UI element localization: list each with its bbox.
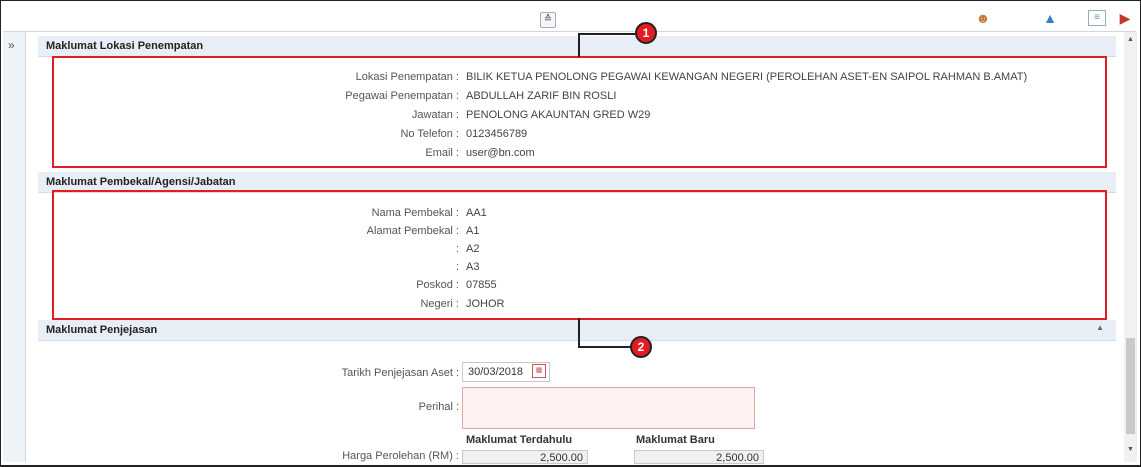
top-toolbar: ≙ ☻ ▲ ≡ ▶ xyxy=(3,3,1136,32)
harga-baru-input[interactable]: 2,500.00 xyxy=(634,450,764,464)
column-header-baru: Maklumat Baru xyxy=(636,434,715,446)
expand-sidebar-icon[interactable]: » xyxy=(8,38,15,52)
section-header-lokasi[interactable]: Maklumat Lokasi Penempatan xyxy=(38,36,1116,57)
section-header-penjejasan[interactable]: Maklumat Penjejasan ▲ xyxy=(38,320,1116,341)
callout-line xyxy=(578,346,630,348)
section-title: Maklumat Lokasi Penempatan xyxy=(46,40,204,52)
harga-baru-value: 2,500.00 xyxy=(716,452,759,464)
harga-terdahulu-value: 2,500.00 xyxy=(540,452,583,464)
highlight-box-1 xyxy=(52,56,1107,168)
scrollbar-thumb[interactable] xyxy=(1126,338,1135,434)
vertical-scrollbar[interactable]: ▲ ▼ xyxy=(1124,32,1137,462)
user-help-icon[interactable]: ☻ xyxy=(973,9,993,27)
callout-line xyxy=(578,33,580,57)
callout-marker-2: 2 xyxy=(630,336,652,358)
left-sidebar: » xyxy=(3,32,26,462)
callout-marker-1: 1 xyxy=(635,22,657,44)
scroll-up-icon[interactable]: ▲ xyxy=(1126,36,1135,43)
calendar-icon[interactable]: ▦ xyxy=(532,364,546,378)
perihal-textarea[interactable] xyxy=(462,387,755,429)
callout-line xyxy=(578,318,580,347)
field-label: Harga Perolehan (RM) : xyxy=(342,450,459,462)
section-title: Maklumat Penjejasan xyxy=(46,324,158,336)
collapse-section-icon[interactable]: ▲ xyxy=(1096,323,1104,332)
section-title: Maklumat Pembekal/Agensi/Jabatan xyxy=(46,176,236,188)
harga-terdahulu-input[interactable]: 2,500.00 xyxy=(462,450,588,464)
collapse-up-icon[interactable]: ≙ xyxy=(540,12,556,28)
list-icon[interactable]: ≡ xyxy=(1088,10,1106,26)
field-row: Tarikh Penjejasan Aset : xyxy=(38,367,1116,381)
lock-icon[interactable]: ▲ xyxy=(1040,9,1060,27)
highlight-box-2 xyxy=(52,190,1107,320)
callout-line xyxy=(578,33,636,35)
date-value: 30/03/2018 xyxy=(468,366,524,378)
column-header-terdahulu: Maklumat Terdahulu xyxy=(466,434,573,446)
exit-icon[interactable]: ▶ xyxy=(1115,9,1135,27)
field-label: Tarikh Penjejasan Aset : xyxy=(341,367,459,379)
field-label: Perihal : xyxy=(418,401,459,413)
scroll-down-icon[interactable]: ▼ xyxy=(1126,446,1135,453)
